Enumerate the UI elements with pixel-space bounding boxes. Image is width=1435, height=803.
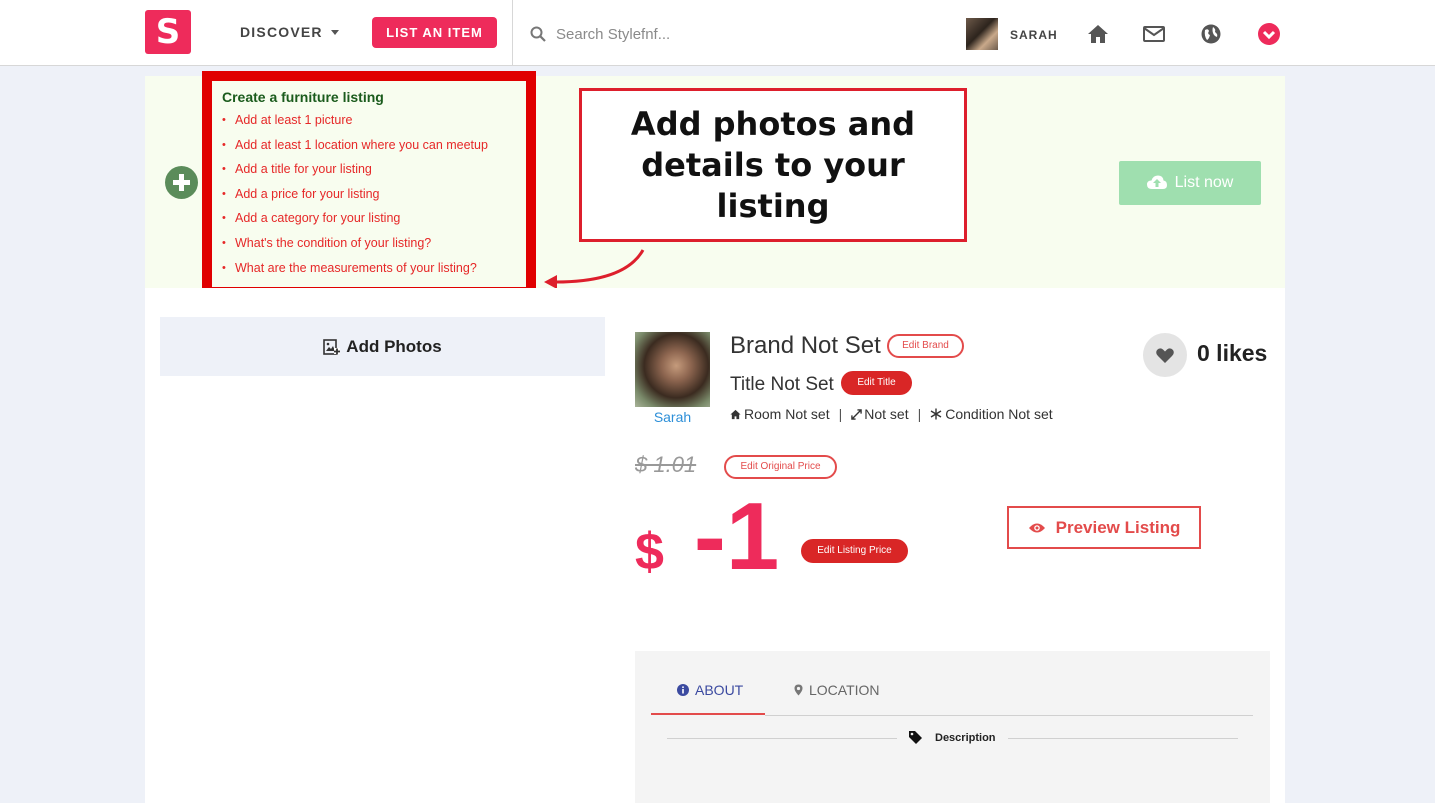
list-now-label: List now xyxy=(1174,174,1234,191)
seller-name-link[interactable]: Sarah xyxy=(635,409,710,425)
add-photos-button[interactable]: Add Photos xyxy=(160,317,605,376)
mail-icon[interactable] xyxy=(1142,22,1166,46)
tab-location-label: LOCATION xyxy=(809,682,880,698)
add-image-icon xyxy=(323,338,341,355)
like-button[interactable] xyxy=(1143,333,1187,377)
listing-checklist: Create a furniture listing Add at least … xyxy=(202,71,536,297)
details-panel xyxy=(635,651,1270,803)
tag-icon xyxy=(909,731,922,744)
edit-original-price-button[interactable]: Edit Original Price xyxy=(724,455,837,479)
description-heading: Description xyxy=(908,730,996,745)
checklist-item[interactable]: What's the condition of your listing? xyxy=(222,233,526,258)
home-icon xyxy=(730,409,741,419)
edit-brand-button[interactable]: Edit Brand xyxy=(887,334,964,358)
condition-icon xyxy=(930,408,942,420)
listing-meta: Room Not set | Not set | Condition Not s… xyxy=(730,406,1053,422)
top-navbar: S DISCOVER LIST AN ITEM SARAH xyxy=(0,0,1435,66)
callout-arrow xyxy=(544,249,645,289)
chevron-down-icon xyxy=(330,29,339,35)
add-photos-label: Add Photos xyxy=(346,336,442,356)
divider xyxy=(1008,738,1238,739)
avatar[interactable] xyxy=(966,18,998,50)
checklist-item[interactable]: Add a title for your listing xyxy=(222,159,526,184)
listing-brand: Brand Not Set xyxy=(730,332,881,359)
checklist-item[interactable]: What are the measurements of your listin… xyxy=(222,258,526,283)
checklist-item[interactable]: Add at least 1 picture xyxy=(222,110,526,135)
callout-annotation: Add photos and details to your listing xyxy=(579,88,967,242)
listing-title: Title Not Set xyxy=(730,374,834,395)
seller-avatar[interactable] xyxy=(635,332,710,407)
globe-icon[interactable] xyxy=(1199,22,1223,46)
preview-listing-label: Preview Listing xyxy=(1055,517,1181,537)
size-value: Not set xyxy=(864,406,909,422)
resize-icon xyxy=(851,408,863,420)
discover-menu[interactable]: DISCOVER xyxy=(240,24,339,40)
divider xyxy=(667,738,897,739)
checklist-item[interactable]: Add a category for your listing xyxy=(222,208,526,233)
divider xyxy=(512,0,513,66)
discover-label: DISCOVER xyxy=(240,24,323,40)
checklist-title: Create a furniture listing xyxy=(222,89,384,105)
checklist: Add at least 1 picture Add at least 1 lo… xyxy=(222,110,526,282)
add-circle-icon[interactable] xyxy=(165,166,198,199)
tab-about[interactable]: ABOUT xyxy=(677,682,743,698)
dropdown-menu-icon[interactable] xyxy=(1257,22,1281,46)
list-an-item-button[interactable]: LIST AN ITEM xyxy=(372,17,497,48)
active-tab-indicator xyxy=(651,713,765,715)
room-value: Room Not set xyxy=(744,406,830,422)
app-logo[interactable]: S xyxy=(145,10,191,54)
likes-count: 0 likes xyxy=(1197,340,1268,366)
cloud-upload-icon xyxy=(1146,175,1167,189)
search-input[interactable] xyxy=(556,20,916,48)
price-currency: $ xyxy=(635,523,664,581)
username-label[interactable]: SARAH xyxy=(1010,28,1058,42)
checklist-item[interactable]: Add a price for your listing xyxy=(222,184,526,209)
checklist-item[interactable]: Add at least 1 location where you can me… xyxy=(222,135,526,160)
description-label: Description xyxy=(935,731,996,744)
tab-location[interactable]: LOCATION xyxy=(794,682,880,698)
original-price: $ 1.01 xyxy=(635,452,697,477)
list-now-button[interactable]: List now xyxy=(1119,161,1261,205)
info-icon xyxy=(677,684,689,696)
price-amount: -1 xyxy=(693,483,780,590)
preview-listing-button[interactable]: Preview Listing xyxy=(1007,506,1201,549)
home-icon[interactable] xyxy=(1086,22,1110,46)
heart-icon xyxy=(1156,348,1174,363)
condition-value: Condition Not set xyxy=(945,406,1053,422)
edit-listing-price-button[interactable]: Edit Listing Price xyxy=(801,539,908,563)
listing-price: $ -1 xyxy=(635,487,779,587)
tab-divider xyxy=(765,715,1253,716)
map-pin-icon xyxy=(794,684,803,696)
eye-icon xyxy=(1028,523,1045,532)
tab-about-label: ABOUT xyxy=(695,682,744,698)
edit-title-button[interactable]: Edit Title xyxy=(841,371,912,395)
search-icon xyxy=(530,26,546,42)
